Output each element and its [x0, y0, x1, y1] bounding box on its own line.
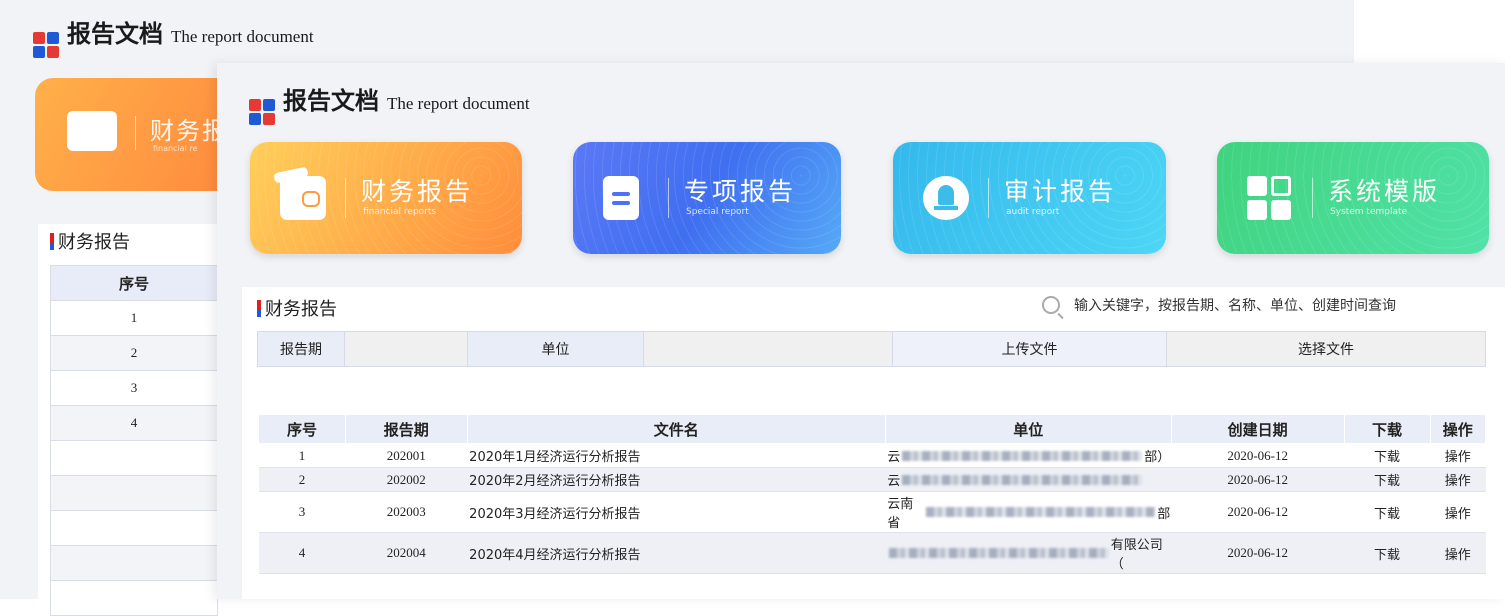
table-cell: [50, 580, 218, 616]
column-header-period: 报告期: [344, 414, 468, 444]
cell-date: 2020-06-12: [1171, 467, 1345, 492]
cell-period: 202003: [345, 491, 468, 533]
download-link[interactable]: 下载: [1344, 491, 1431, 533]
wallet-icon: [67, 111, 117, 151]
table-row: 2 202002 2020年2月经济运行分析报告 云 2020-06-12 下载…: [258, 467, 1486, 492]
action-link[interactable]: 操作: [1430, 467, 1486, 492]
table-row: 4 202004 2020年4月经济运行分析报告 有限公司（ 2020-06-1…: [258, 532, 1486, 574]
search-box[interactable]: 输入关键字，按报告期、名称、单位、创建时间查询: [1042, 295, 1396, 315]
card-label: 专项报告: [684, 177, 797, 206]
period-input[interactable]: [344, 331, 468, 367]
redacted-text: [889, 548, 1109, 558]
stamp-icon: [923, 176, 969, 220]
upload-file-label: 上传文件: [892, 331, 1167, 367]
unit-label: 单位: [467, 331, 644, 367]
card-label: 审计报告: [1004, 177, 1117, 206]
cell-filename: 2020年3月经济运行分析报告: [467, 491, 886, 533]
table-cell: 1: [50, 300, 218, 336]
section-title: 财务报告: [257, 295, 337, 321]
table-row: 1 202001 2020年1月经济运行分析报告 云部） 2020-06-12 …: [258, 443, 1486, 468]
section-marker: [50, 232, 54, 250]
table-cell: 3: [50, 370, 218, 406]
card-sub: financial reports: [363, 207, 437, 217]
column-header-date: 创建日期: [1170, 414, 1345, 444]
card-system-template[interactable]: 系统模版 System template: [1217, 142, 1489, 254]
cell-index: 3: [258, 491, 346, 533]
filter-bar: 报告期 单位 上传文件 选择文件: [257, 331, 1486, 367]
page-subtitle: The report document: [171, 27, 314, 46]
page-title: 报告文档: [283, 87, 379, 115]
section-marker: [257, 299, 261, 317]
redacted-text: [902, 450, 1143, 461]
download-link[interactable]: 下载: [1344, 443, 1431, 468]
column-header-action: 操作: [1429, 414, 1487, 444]
page-header: 报告文档 The report document: [249, 81, 530, 125]
back-table: 序号 1 2 3 4: [50, 265, 218, 616]
logo-icon: [33, 32, 59, 58]
table-cell: [50, 545, 218, 581]
page-title: 报告文档: [67, 20, 163, 48]
cell-period: 202001: [345, 443, 468, 468]
cell-date: 2020-06-12: [1171, 491, 1345, 533]
card-sub: financial re: [153, 144, 198, 153]
column-header-unit: 单位: [884, 414, 1172, 444]
cell-unit: 有限公司（: [885, 532, 1172, 574]
table-cell: [50, 510, 218, 546]
grid-icon: [1247, 176, 1293, 220]
cell-period: 202002: [345, 467, 468, 492]
search-hint: 输入关键字，按报告期、名称、单位、创建时间查询: [1074, 298, 1396, 314]
card-sub: Special report: [686, 207, 749, 217]
redacted-text: [926, 507, 1156, 517]
report-table: 序号 报告期 文件名 单位 创建日期 下载 操作 1 202001 2020年1…: [258, 414, 1487, 574]
section-title: 财务报告: [50, 228, 130, 254]
table-cell: [50, 475, 218, 511]
card-financial-report[interactable]: 财务报 financial re: [35, 78, 235, 191]
cell-index: 4: [258, 532, 346, 574]
card-special-report[interactable]: 专项报告 Special report: [573, 142, 841, 254]
cell-period: 202004: [345, 532, 468, 574]
action-link[interactable]: 操作: [1430, 443, 1486, 468]
cell-unit: 云: [885, 467, 1172, 492]
cell-index: 1: [258, 443, 346, 468]
cell-filename: 2020年4月经济运行分析报告: [467, 532, 886, 574]
cell-filename: 2020年2月经济运行分析报告: [467, 467, 886, 492]
redacted-text: [902, 474, 1143, 485]
column-header-download: 下载: [1343, 414, 1431, 444]
column-header-index: 序号: [258, 414, 346, 444]
column-header: 序号: [50, 265, 218, 301]
action-link[interactable]: 操作: [1430, 532, 1486, 574]
table-cell: 4: [50, 405, 218, 441]
download-link[interactable]: 下载: [1344, 532, 1431, 574]
column-header-filename: 文件名: [466, 414, 886, 444]
card-audit-report[interactable]: 审计报告 audit report: [893, 142, 1166, 254]
card-financial-report[interactable]: 财务报告 financial reports: [250, 142, 522, 254]
cell-unit: 云南省部: [885, 491, 1172, 533]
card-sub: System template: [1330, 207, 1408, 217]
unit-input[interactable]: [643, 331, 893, 367]
page-subtitle: The report document: [387, 94, 530, 113]
choose-file-button[interactable]: 选择文件: [1166, 331, 1486, 367]
download-link[interactable]: 下载: [1344, 467, 1431, 492]
cell-date: 2020-06-12: [1171, 532, 1345, 574]
foreground-window: 报告文档 The report document 财务报告 financial …: [217, 63, 1505, 599]
period-label: 报告期: [257, 331, 345, 367]
table-cell: 2: [50, 335, 218, 371]
cell-date: 2020-06-12: [1171, 443, 1345, 468]
page-header: 报告文档 The report document: [33, 14, 314, 58]
cell-unit: 云部）: [885, 443, 1172, 468]
search-icon[interactable]: [1042, 296, 1060, 314]
content-panel: 财务报告 输入关键字，按报告期、名称、单位、创建时间查询 报告期 单位 上传文件…: [242, 287, 1505, 599]
document-icon: [603, 176, 639, 220]
table-cell: [50, 440, 218, 476]
table-row: 3 202003 2020年3月经济运行分析报告 云南省部 2020-06-12…: [258, 491, 1486, 533]
card-label: 系统模版: [1328, 177, 1441, 206]
logo-icon: [249, 99, 275, 125]
cell-filename: 2020年1月经济运行分析报告: [467, 443, 886, 468]
card-sub: audit report: [1006, 207, 1060, 217]
wallet-icon: [280, 176, 326, 220]
cell-index: 2: [258, 467, 346, 492]
action-link[interactable]: 操作: [1430, 491, 1486, 533]
card-label: 财务报告: [361, 177, 474, 206]
